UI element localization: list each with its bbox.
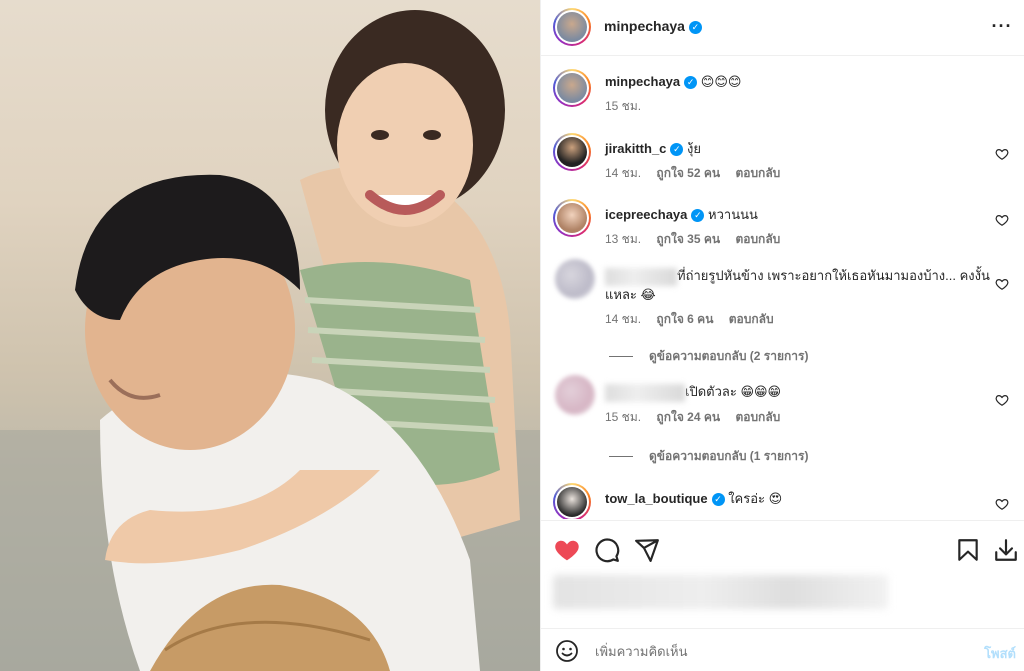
bookmark-icon[interactable]: [955, 537, 981, 563]
comment-time[interactable]: 14 ชม.: [605, 166, 641, 180]
author-avatar[interactable]: [553, 69, 591, 107]
comment-likes[interactable]: ถูกใจ 6 คน: [656, 312, 713, 326]
comment-icon[interactable]: [594, 537, 620, 563]
comment-text: เปิดตัวละ 😁😁😁: [685, 384, 782, 399]
verified-badge-icon: ✓: [684, 76, 698, 89]
likes-info-blurred: [553, 575, 888, 609]
reply-button[interactable]: ตอบกลับ: [729, 312, 774, 326]
view-replies-label[interactable]: ดูข้อความตอบกลับ (1 รายการ): [649, 449, 808, 463]
post-header: minpechaya ✓ ···: [541, 0, 1024, 56]
comment-heart-icon[interactable]: [995, 277, 1009, 291]
comment-likes[interactable]: ถูกใจ 52 คน: [656, 166, 720, 180]
verified-badge-icon: ✓: [691, 209, 705, 222]
comment-text: ใครอ่ะ 😍: [728, 491, 783, 506]
comment-username[interactable]: tow_la_boutique: [605, 491, 708, 506]
verified-badge-icon: ✓: [670, 143, 684, 156]
comment-item: ที่ถ่ายรูปหันข้าง เพราะอยากให้เธอหันมามอ…: [553, 259, 1013, 369]
comment-time[interactable]: 13 ชม.: [605, 232, 641, 246]
comment-text: งุ้ย: [687, 141, 702, 156]
comment-text: หวานนน: [708, 207, 758, 222]
comment-text-line2: แหละ 😂: [605, 286, 656, 302]
emoji-icon[interactable]: [555, 639, 579, 663]
comment-heart-icon[interactable]: [995, 213, 1009, 227]
post-caption: minpechaya ✓ 😊😊😊 15 ชม.: [553, 69, 1013, 119]
post-photo[interactable]: [0, 0, 540, 671]
commenter-avatar[interactable]: [555, 375, 595, 415]
caption-time[interactable]: 15 ชม.: [605, 99, 641, 113]
couple-beach-photo: [0, 10, 540, 671]
comment-item: tow_la_boutique ✓ ใครอ่ะ 😍: [553, 483, 1013, 519]
caption-username[interactable]: minpechaya: [605, 74, 680, 89]
replies-line: [609, 356, 633, 358]
more-options-icon[interactable]: ···: [990, 16, 1014, 40]
caption-text: 😊😊😊: [700, 74, 742, 89]
reply-button[interactable]: ตอบกลับ: [735, 410, 780, 424]
comment-likes[interactable]: ถูกใจ 35 คน: [656, 232, 720, 246]
verified-badge-icon: ✓: [711, 493, 725, 506]
view-replies-label[interactable]: ดูข้อความตอบกลับ (2 รายการ): [649, 349, 808, 363]
comment-username-blurred[interactable]: [605, 267, 677, 286]
comment-item: icepreechaya ✓ หวานนน 13 ชม. ถูกใจ 35 คน …: [553, 199, 1013, 259]
comment-username[interactable]: icepreechaya: [605, 207, 687, 222]
comment-item: เปิดตัวละ 😁😁😁 15 ชม. ถูกใจ 24 คน ตอบกลับ…: [553, 375, 1013, 467]
comment-input[interactable]: [595, 639, 955, 663]
reply-button[interactable]: ตอบกลับ: [735, 232, 780, 246]
comment-username-blurred[interactable]: [605, 383, 685, 402]
comment-heart-icon[interactable]: [995, 393, 1009, 407]
post-action-bar: [541, 520, 1024, 628]
author-username[interactable]: minpechaya: [604, 18, 685, 34]
reply-button[interactable]: ตอบกลับ: [735, 166, 780, 180]
comment-text-line1: ที่ถ่ายรูปหันข้าง เพราะอยากให้เธอหันมามอ…: [677, 268, 990, 283]
commenter-avatar[interactable]: [553, 133, 591, 171]
comment-item: jirakitth_c ✓ งุ้ย 14 ชม. ถูกใจ 52 คน ตอบ…: [553, 133, 1013, 193]
comment-heart-icon[interactable]: [995, 147, 1009, 161]
view-replies-button[interactable]: ดูข้อความตอบกลับ (1 รายการ): [609, 447, 808, 466]
post-comment-button[interactable]: โพสต์: [984, 643, 1016, 664]
add-comment-bar: โพสต์: [541, 628, 1024, 671]
replies-line: [609, 456, 633, 458]
comment-heart-icon[interactable]: [995, 497, 1009, 511]
verified-badge-icon: ✓: [688, 21, 702, 34]
commenter-avatar[interactable]: [553, 483, 591, 519]
heart-icon[interactable]: [554, 537, 580, 563]
view-replies-button[interactable]: ดูข้อความตอบกลับ (2 รายการ): [609, 347, 808, 366]
comment-time[interactable]: 14 ชม.: [605, 312, 641, 326]
comments-list[interactable]: minpechaya ✓ 😊😊😊 15 ชม. jirakitth_c ✓ งุ้ย…: [541, 57, 1024, 519]
comment-likes[interactable]: ถูกใจ 24 คน: [656, 410, 720, 424]
download-icon[interactable]: [993, 537, 1019, 563]
comment-time[interactable]: 15 ชม.: [605, 410, 641, 424]
commenter-avatar[interactable]: [553, 199, 591, 237]
share-icon[interactable]: [634, 537, 660, 563]
author-avatar[interactable]: [553, 8, 591, 46]
comment-username[interactable]: jirakitth_c: [605, 141, 666, 156]
author-username-link[interactable]: minpechaya ✓: [604, 18, 702, 34]
commenter-avatar[interactable]: [555, 259, 595, 299]
post-side-panel: minpechaya ✓ ··· minpechaya ✓ 😊😊😊 15 ชม. j…: [541, 0, 1024, 671]
